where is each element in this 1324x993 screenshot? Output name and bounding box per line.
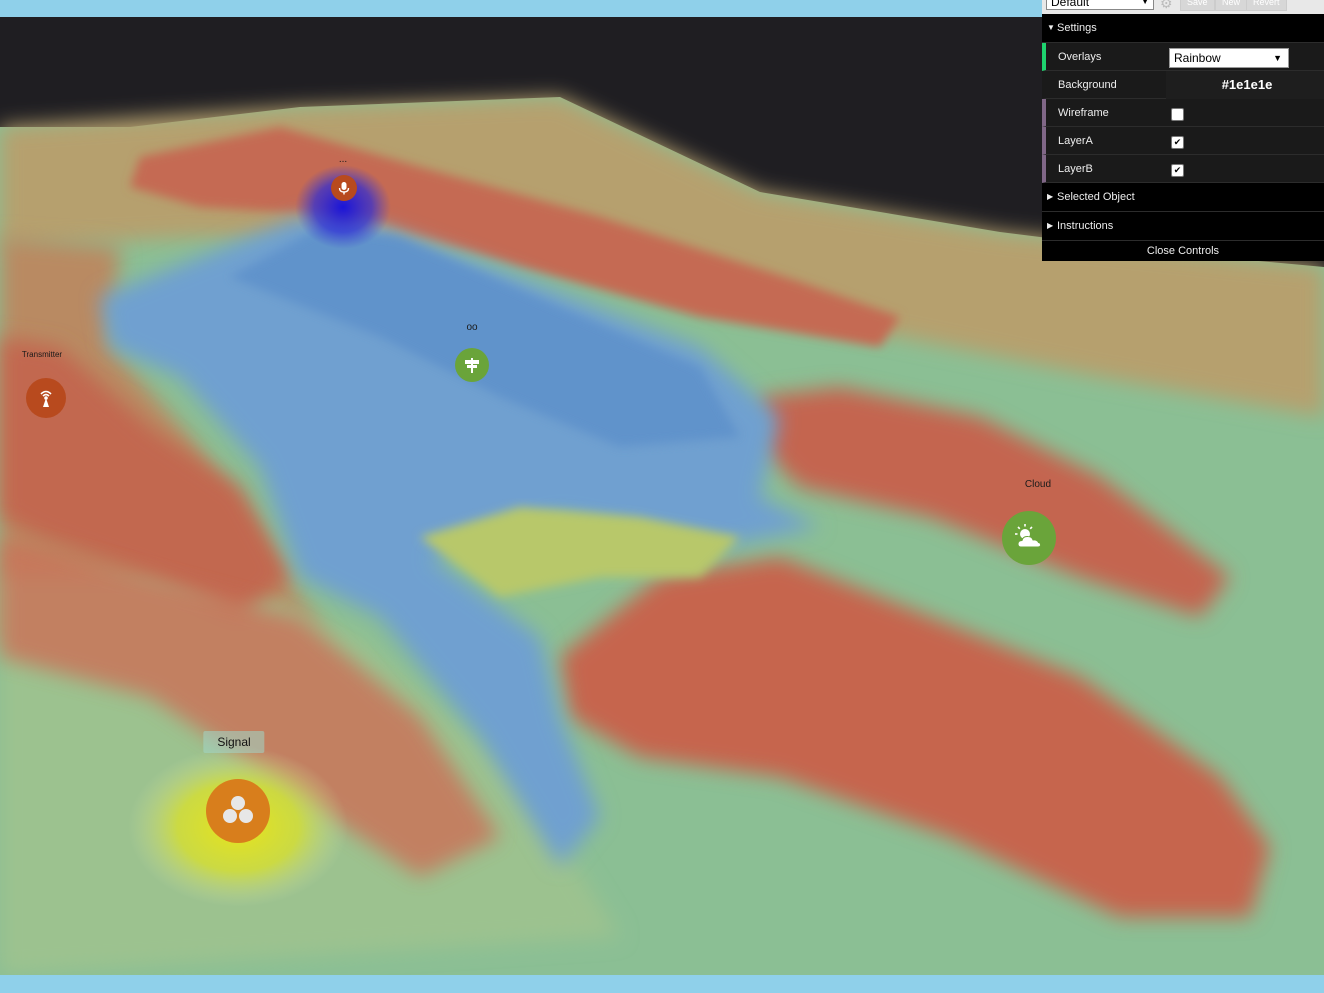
- settings-folder[interactable]: ▼ Settings: [1042, 14, 1324, 43]
- mid-marker-label: oo: [466, 322, 478, 333]
- close-controls-button[interactable]: Close Controls: [1042, 241, 1324, 261]
- overlays-row: Overlays Rainbow ▼: [1042, 43, 1324, 71]
- signal-marker[interactable]: [206, 779, 270, 843]
- chevron-down-icon: ▼: [1273, 53, 1282, 63]
- signal-circles-icon: [223, 796, 253, 823]
- preset-select[interactable]: Default ▼: [1046, 0, 1154, 10]
- selected-object-folder[interactable]: ▶ Selected Object: [1042, 183, 1324, 212]
- save-button[interactable]: Save: [1180, 0, 1215, 11]
- controls-panel: ▼ Settings Overlays Rainbow ▼ Background…: [1042, 14, 1324, 261]
- layer-a-row: LayerA ✔: [1042, 127, 1324, 155]
- layer-b-checkbox[interactable]: ✔: [1171, 164, 1184, 177]
- triangle-right-icon: ▶: [1047, 221, 1054, 230]
- overlays-value: Rainbow: [1174, 51, 1221, 65]
- wireframe-row: Wireframe: [1042, 99, 1324, 127]
- triangle-right-icon: ▶: [1047, 192, 1054, 201]
- background-row: Background #1e1e1e: [1042, 71, 1324, 99]
- preset-toolbar: Default ▼ ⚙ Save New Revert: [1042, 0, 1324, 14]
- preset-value: Default: [1051, 0, 1090, 9]
- antenna-icon: [40, 390, 52, 407]
- background-label: Background: [1058, 79, 1117, 91]
- microphone-marker[interactable]: [331, 175, 357, 201]
- instructions-label: Instructions: [1057, 220, 1114, 232]
- settings-label: Settings: [1057, 22, 1097, 34]
- top-marker-label: ...: [338, 154, 348, 165]
- layer-a-label: LayerA: [1058, 135, 1093, 147]
- instructions-folder[interactable]: ▶ Instructions: [1042, 212, 1324, 241]
- signal-label: Signal: [203, 731, 265, 753]
- cloud-marker[interactable]: [1002, 511, 1056, 565]
- signpost-icon: [465, 358, 479, 373]
- new-button[interactable]: New: [1215, 0, 1248, 11]
- microphone-icon: [338, 182, 350, 195]
- wireframe-label: Wireframe: [1058, 107, 1109, 119]
- transmitter-label: Transmitter: [21, 350, 63, 359]
- background-color-input[interactable]: #1e1e1e: [1166, 71, 1324, 99]
- selected-object-label: Selected Object: [1057, 191, 1135, 203]
- wireframe-checkbox[interactable]: [1171, 108, 1184, 121]
- layer-a-checkbox[interactable]: ✔: [1171, 136, 1184, 149]
- revert-button[interactable]: Revert: [1246, 0, 1287, 11]
- chevron-down-icon: ▼: [1141, 0, 1149, 6]
- layer-b-row: LayerB ✔: [1042, 155, 1324, 183]
- transmitter-marker[interactable]: [26, 378, 66, 418]
- gear-icon[interactable]: ⚙: [1160, 0, 1174, 10]
- cloud-label: Cloud: [1024, 479, 1052, 490]
- signpost-marker[interactable]: [455, 348, 489, 382]
- layer-b-label: LayerB: [1058, 163, 1093, 175]
- triangle-down-icon: ▼: [1047, 23, 1055, 32]
- overlays-select[interactable]: Rainbow ▼: [1169, 48, 1289, 68]
- cloud-sun-icon: [1015, 524, 1042, 548]
- overlays-label: Overlays: [1058, 51, 1102, 63]
